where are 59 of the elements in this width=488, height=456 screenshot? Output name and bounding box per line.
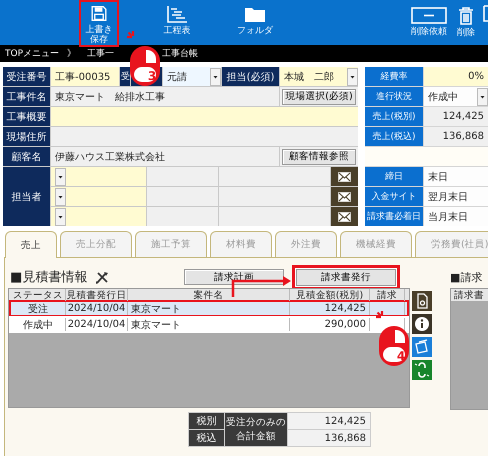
field-label: 顧客名 <box>3 147 50 166</box>
field-label: 締日 <box>365 167 423 186</box>
section-title: ■請求 <box>450 270 484 286</box>
toolbar-button[interactable]: 削除 <box>455 5 477 45</box>
field-label: 売上(税別) <box>365 107 423 126</box>
dropdown[interactable]: 元請 <box>163 67 221 86</box>
table-cell: 2024/10/04 <box>66 302 128 315</box>
breadcrumb-item[interactable]: 》 <box>67 47 76 60</box>
text-field[interactable]: 伊藤ハウス工業株式会社 <box>51 147 279 166</box>
table-cell: 受注 <box>11 302 66 315</box>
field-label: 担当者 <box>3 167 50 226</box>
toolbar-button[interactable]: 工程表 <box>157 0 197 47</box>
field-label: 受 <box>120 67 130 86</box>
total-label: 税込 <box>189 430 224 446</box>
table-cell: 290,000 <box>290 318 370 331</box>
total-value: 124,425 <box>288 413 370 429</box>
field-label: 入金サイト <box>365 187 423 206</box>
field-label: 工事概要 <box>3 107 50 126</box>
section-title: ■見積書情報 <box>10 269 88 286</box>
text-field[interactable]: 当月末日 <box>424 207 488 226</box>
total-caption: 受注分のみの合計金額 <box>225 413 287 446</box>
table-cell: 東京マート <box>128 318 290 331</box>
step-number: 4 <box>396 349 406 363</box>
text-field[interactable]: 0% <box>424 67 488 86</box>
field-label: 担当(必須) <box>222 67 279 86</box>
panel-button[interactable]: 請求書発行 <box>292 264 400 290</box>
table-cell: 作成中 <box>11 318 66 331</box>
dropdown[interactable]: 本城 二郎 <box>280 67 358 86</box>
field-label: 経費率 <box>365 67 423 86</box>
tab[interactable]: 売上 <box>5 231 57 258</box>
text-field[interactable]: 東京マート 給排水工事 <box>51 87 279 106</box>
total-label: 税別 <box>189 413 224 429</box>
breadcrumb-item[interactable]: 工事台帳 <box>162 47 198 60</box>
table-cell: 124,425 <box>290 302 370 315</box>
field-label: 受注番号 <box>3 67 50 86</box>
field-label: 進行状況 <box>365 87 423 106</box>
form-button[interactable]: 現場選択(必須) <box>282 88 356 104</box>
field-label: 売上(税込) <box>365 127 423 146</box>
column-header[interactable]: 請求書 <box>451 289 488 302</box>
table-cell: 2024/10/04 <box>66 318 128 331</box>
text-field[interactable]: 124,425 <box>424 107 488 126</box>
text-field[interactable]: 末日 <box>424 167 488 186</box>
form-button[interactable]: 顧客情報参照 <box>282 148 356 164</box>
step-number: 3 <box>146 69 158 83</box>
toolbar-button[interactable]: 上書き 保存 <box>79 0 119 47</box>
text-field[interactable]: 翌月末日 <box>424 187 488 206</box>
toolbar-button[interactable]: 削除依頼 <box>409 5 449 45</box>
breadcrumb-item[interactable]: TOPメニュー <box>5 47 60 60</box>
toolbar-button[interactable]: フォルダ <box>235 0 275 47</box>
dropdown[interactable]: 作成中 <box>424 87 488 106</box>
table-row[interactable]: 受注 2024/10/04 東京マート 124,425 <box>9 300 409 317</box>
text-field[interactable]: 工事-00035 <box>51 67 119 86</box>
text-field[interactable]: 136,868 <box>424 127 488 146</box>
field-label: 工事件名 <box>3 87 50 106</box>
breadcrumb-item[interactable]: 工事一 <box>87 47 114 60</box>
total-value: 136,868 <box>288 430 370 446</box>
field-label: 請求書必着日 <box>365 207 423 226</box>
field-label: 現場住所 <box>3 127 50 146</box>
table-cell: 東京マート <box>128 302 290 315</box>
